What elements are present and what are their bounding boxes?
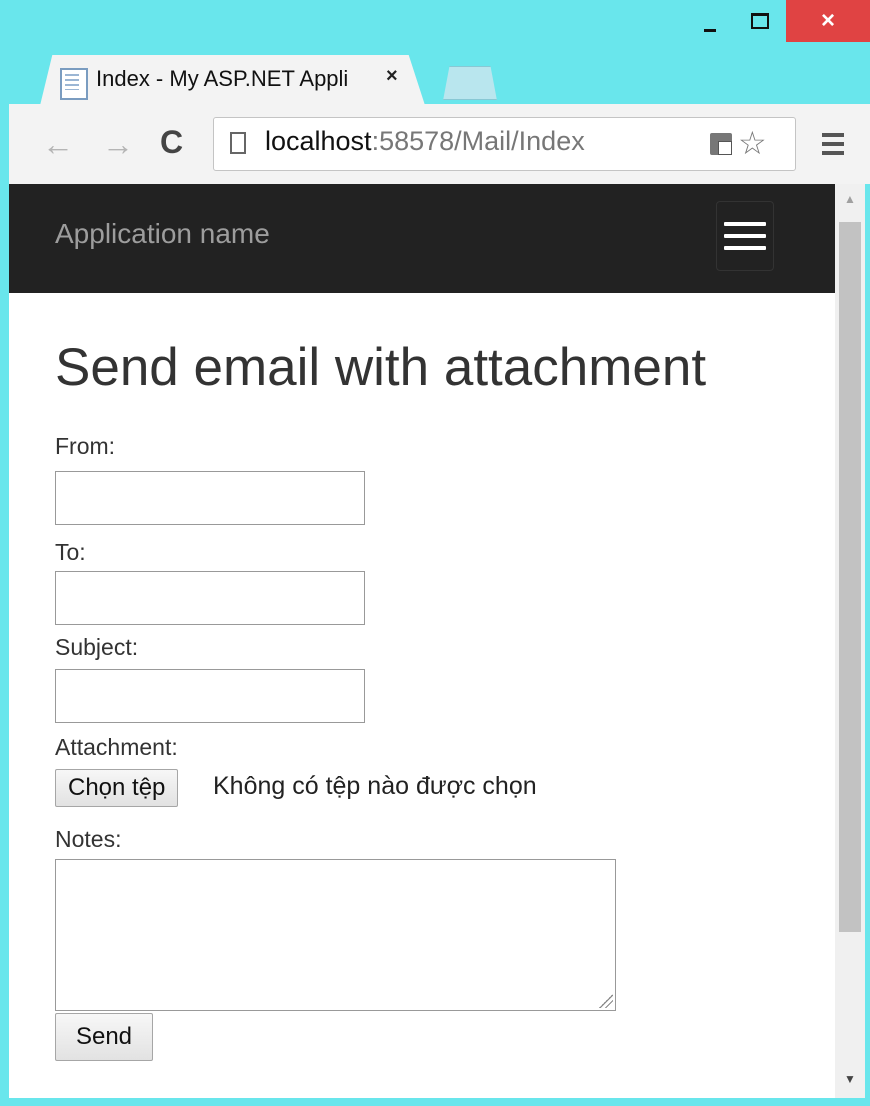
navbar-brand[interactable]: Application name [55,218,270,250]
choose-file-button[interactable]: Chọn tệp [55,769,179,807]
translate-icon[interactable] [710,133,732,155]
resize-grip-icon[interactable] [599,994,613,1008]
notes-textarea[interactable] [55,859,616,1011]
vertical-scrollbar[interactable]: ▲ ▼ [835,184,865,1098]
page-favicon-icon [60,68,88,100]
tab-close-icon[interactable]: × [386,65,398,88]
back-icon[interactable]: ← [42,126,74,163]
reload-icon[interactable]: C [160,124,183,161]
to-field[interactable] [55,571,365,625]
page-title: Send email with attachment [55,338,707,397]
from-field[interactable] [55,471,365,525]
notes-label: Notes: [55,826,122,852]
new-tab-button[interactable] [443,66,497,100]
bookmark-star-icon[interactable]: ☆ [738,124,767,162]
hamburger-icon [724,222,766,226]
navbar-toggle-button[interactable] [716,201,774,271]
url-text[interactable]: localhost:58578/Mail/Index [265,126,585,157]
app-navbar: Application name [9,184,835,293]
page-icon [230,132,246,154]
subject-field[interactable] [55,669,365,723]
url-host: localhost [265,126,372,156]
to-label: To: [55,539,86,565]
page-viewport: Application name Send email with attachm… [9,184,835,1098]
scroll-down-icon[interactable]: ▼ [844,1072,856,1086]
subject-label: Subject: [55,634,139,660]
scroll-up-icon[interactable]: ▲ [844,192,856,206]
minimize-icon [704,28,716,32]
forward-icon[interactable]: → [102,126,134,163]
scrollbar-thumb[interactable] [839,222,861,932]
url-path: :58578/Mail/Index [371,126,585,156]
browser-window: × Index - My ASP.NET Appli × ← → C local… [0,0,870,1106]
minimize-button[interactable] [688,0,732,42]
attachment-label: Attachment: [55,734,178,760]
from-label: From: [55,433,116,459]
window-bottom-border [9,1098,870,1106]
close-window-button[interactable]: × [786,0,870,42]
chrome-menu-icon[interactable] [822,133,844,160]
send-button[interactable]: Send [55,1013,153,1061]
file-status-text: Không có tệp nào được chọn [213,772,537,800]
maximize-button[interactable] [738,0,782,42]
maximize-icon [751,13,769,29]
tab-title: Index - My ASP.NET Appli [96,66,349,91]
